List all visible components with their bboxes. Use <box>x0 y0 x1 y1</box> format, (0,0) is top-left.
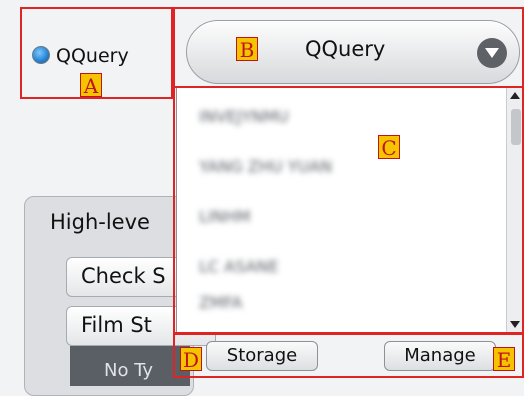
annotation-tag-a: A <box>80 73 102 97</box>
annotation-box-de <box>173 333 524 378</box>
annotation-tag-d: D <box>180 347 202 371</box>
sub-label: No Ty <box>70 346 190 386</box>
annotation-tag-b: B <box>236 37 258 61</box>
annotation-tag-e: E <box>493 347 515 371</box>
annotation-box-b <box>173 7 524 88</box>
annotation-box-c <box>173 86 524 334</box>
panel-title: High-leve <box>50 210 150 234</box>
annotation-tag-c: C <box>378 135 400 159</box>
